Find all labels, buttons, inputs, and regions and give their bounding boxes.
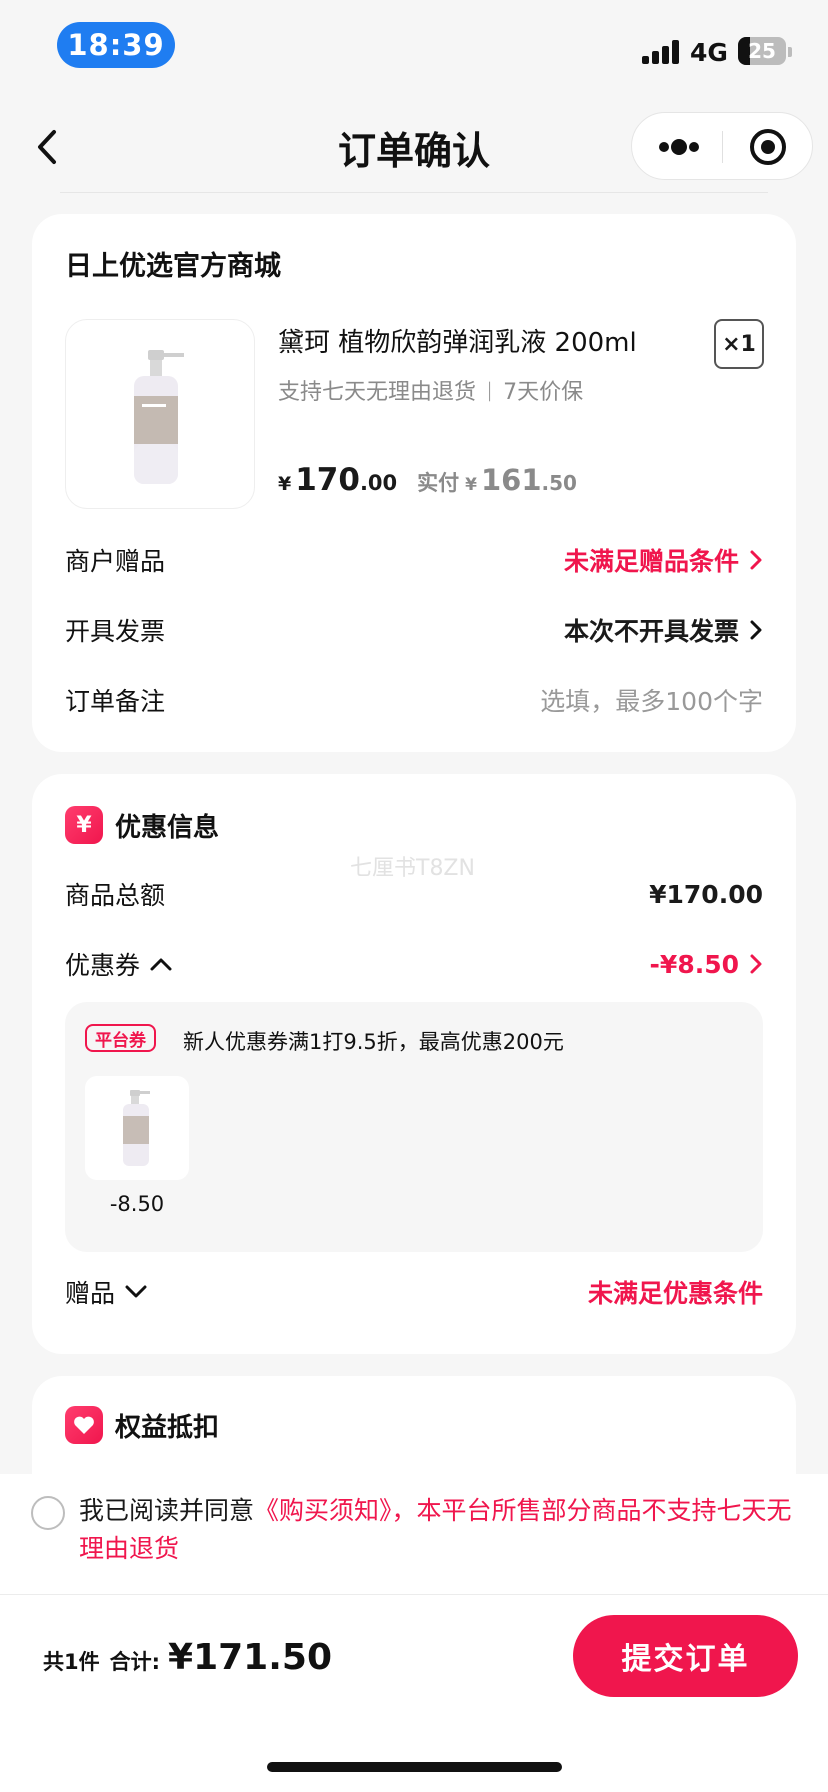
chevron-up-icon: [150, 958, 172, 971]
benefits-header: 权益抵扣: [65, 1406, 219, 1444]
more-dots-icon: [659, 139, 699, 155]
lotion-bottle-image: [123, 1090, 150, 1166]
subtotal-value: ¥170.00: [649, 879, 763, 909]
heart-icon: [74, 1416, 94, 1434]
coupon-label-group[interactable]: 优惠券: [65, 946, 174, 982]
merchant-gift-row[interactable]: 商户赠品 未满足赠品条件: [65, 540, 763, 580]
benefits-title: 权益抵扣: [115, 1412, 220, 1443]
order-note-input[interactable]: 选填，最多100个字: [540, 682, 763, 718]
coupon-label: 优惠券: [65, 951, 141, 980]
mini-program-capsule: [631, 112, 813, 180]
close-mini-program-button[interactable]: [748, 127, 788, 167]
product-service-tags: 支持七天无理由退货 ᛁ 7天价保: [278, 380, 584, 405]
coupon-item-amount: -8.50: [109, 1192, 165, 1216]
signal-icon: [642, 40, 680, 64]
coupon-row[interactable]: 优惠券 -¥8.50: [65, 944, 763, 984]
paid-currency: ¥: [465, 475, 477, 495]
gift-row[interactable]: 赠品 未满足优惠条件: [65, 1272, 763, 1312]
price-integer: 170: [295, 462, 360, 498]
order-note-row: 订单备注 选填，最多100个字: [65, 680, 763, 720]
agreement-bar: 我已阅读并同意《购买须知》，本平台所售部分商品不支持七天无理由退货: [0, 1474, 828, 1594]
coupon-detail-panel: 平台券 新人优惠券满1打9.5折，最高优惠200元 -8.50: [65, 1002, 763, 1252]
total-label: 合计:: [109, 1650, 161, 1674]
price-decimal: .00: [359, 471, 398, 495]
order-total: 共1件 合计: ¥171.50: [43, 1637, 332, 1678]
battery-percent: 25: [748, 39, 776, 63]
lotion-bottle-image: [134, 350, 184, 484]
paid-label: 实付: [417, 471, 460, 495]
merchant-gift-value: 未满足赠品条件: [564, 542, 763, 578]
gift-label-group[interactable]: 赠品: [65, 1274, 149, 1310]
price-row: ¥ 170 .00 实付 ¥ 161 .50: [278, 462, 577, 498]
status-time: 18:39: [57, 22, 175, 68]
product-title[interactable]: 黛珂 植物欣韵弹润乳液 200ml: [278, 322, 637, 359]
coupon-description: 新人优惠券满1打9.5折，最高优惠200元: [183, 1030, 564, 1054]
order-card: 日上优选官方商城 黛珂 植物欣韵弹润乳液 200ml 支持七天无理由退货 ᛁ 7…: [32, 214, 796, 752]
more-menu-button[interactable]: [654, 133, 704, 161]
coupon-amount: -¥8.50: [649, 949, 739, 979]
paid-decimal: .50: [541, 471, 577, 495]
yen-coupon-icon: ¥: [65, 806, 103, 844]
submit-order-button[interactable]: 提交订单: [573, 1615, 798, 1697]
agree-checkbox[interactable]: [31, 1496, 65, 1530]
coupon-value: -¥8.50: [650, 950, 763, 979]
battery-tip: [788, 47, 792, 57]
battery-icon: 25: [738, 37, 786, 65]
capsule-divider: [722, 131, 723, 163]
invoice-label: 开具发票: [65, 617, 166, 646]
subtotal-label: 商品总额: [65, 881, 166, 910]
item-count: 共1件: [43, 1650, 100, 1674]
discount-card: ¥ 优惠信息 七厘书T8ZN 商品总额 ¥170.00 优惠券 -¥8.50 平…: [32, 774, 796, 1354]
target-icon: [750, 129, 786, 165]
heart-badge-icon: [65, 1406, 103, 1444]
agreement-text: 我已阅读并同意《购买须知》，本平台所售部分商品不支持七天无理由退货: [79, 1492, 799, 1568]
store-name: 日上优选官方商城: [65, 251, 281, 282]
paid-integer: 161: [481, 463, 542, 497]
discount-title: 优惠信息: [115, 812, 220, 843]
gift-label: 赠品: [65, 1279, 116, 1308]
total-amount: ¥171.50: [168, 1637, 332, 1678]
platform-coupon-tag: 平台券: [85, 1024, 156, 1052]
chevron-right-icon: [750, 954, 762, 974]
gift-status: 未满足优惠条件: [587, 1279, 763, 1308]
nav-divider: [60, 192, 768, 193]
merchant-gift-label: 商户赠品: [65, 547, 166, 576]
invoice-status: 本次不开具发票: [563, 617, 739, 646]
chevron-down-icon: [125, 1285, 147, 1298]
coupon-product-thumb: [85, 1076, 189, 1180]
discount-header: ¥ 优惠信息: [65, 806, 219, 844]
invoice-value: 本次不开具发票: [564, 612, 763, 648]
merchant-gift-status: 未满足赠品条件: [563, 547, 739, 576]
product-image[interactable]: [65, 319, 255, 509]
price-currency: ¥: [278, 473, 292, 495]
invoice-row[interactable]: 开具发票 本次不开具发票: [65, 610, 763, 650]
order-note-label: 订单备注: [65, 687, 166, 716]
home-indicator[interactable]: [267, 1762, 562, 1772]
chevron-right-icon: [750, 620, 762, 640]
network-type: 4G: [690, 38, 728, 67]
quantity-badge: ×1: [714, 319, 764, 369]
chevron-right-icon: [750, 550, 762, 570]
agreement-prefix: 我已阅读并同意: [79, 1496, 255, 1525]
subtotal-row: 商品总额 ¥170.00: [65, 874, 763, 914]
